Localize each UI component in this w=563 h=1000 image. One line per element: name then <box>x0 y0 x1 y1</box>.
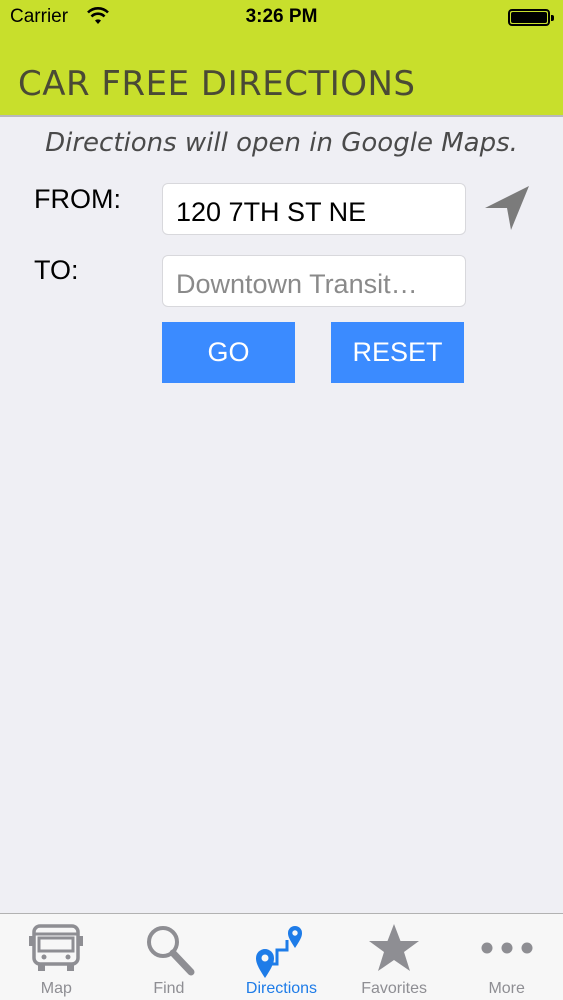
search-icon <box>146 926 195 976</box>
reset-button[interactable]: RESET <box>331 322 464 383</box>
go-button[interactable]: GO <box>162 322 295 383</box>
tab-directions[interactable]: Directions <box>225 914 338 1000</box>
tab-find[interactable]: Find <box>113 914 226 1000</box>
star-icon <box>369 924 420 971</box>
page-title: CAR FREE DIRECTIONS <box>18 64 416 104</box>
maps-notice: Directions will open in Google Maps. <box>45 128 518 158</box>
to-label: TO: <box>34 255 79 285</box>
tab-label-favorites: Favorites <box>361 980 427 997</box>
to-input[interactable]: Downtown Transit… <box>162 255 466 307</box>
tab-label-more: More <box>488 980 525 997</box>
tab-map[interactable]: Map <box>0 914 113 1000</box>
from-label: FROM: <box>34 184 121 214</box>
header-divider <box>0 115 563 117</box>
bus-icon <box>29 924 84 971</box>
from-input[interactable]: 120 7TH ST NE <box>162 183 466 235</box>
location-arrow-icon[interactable] <box>483 184 531 232</box>
app-header: Carrier 3:26 PM CAR FREE DIRECTIONS <box>0 0 563 115</box>
more-dots-icon <box>481 942 533 954</box>
clock: 3:26 PM <box>245 6 318 27</box>
tab-label-find: Find <box>153 980 185 997</box>
tab-label-map: Map <box>40 980 72 997</box>
tab-favorites[interactable]: Favorites <box>338 914 451 1000</box>
tab-bar: Map Find Directions Favorites More <box>0 913 563 1000</box>
battery-icon <box>508 9 554 26</box>
status-bar: Carrier 3:26 PM <box>0 0 563 36</box>
route-pin-icon <box>256 926 303 978</box>
tab-label-directions: Directions <box>245 980 318 997</box>
tab-more[interactable]: More <box>450 914 563 1000</box>
